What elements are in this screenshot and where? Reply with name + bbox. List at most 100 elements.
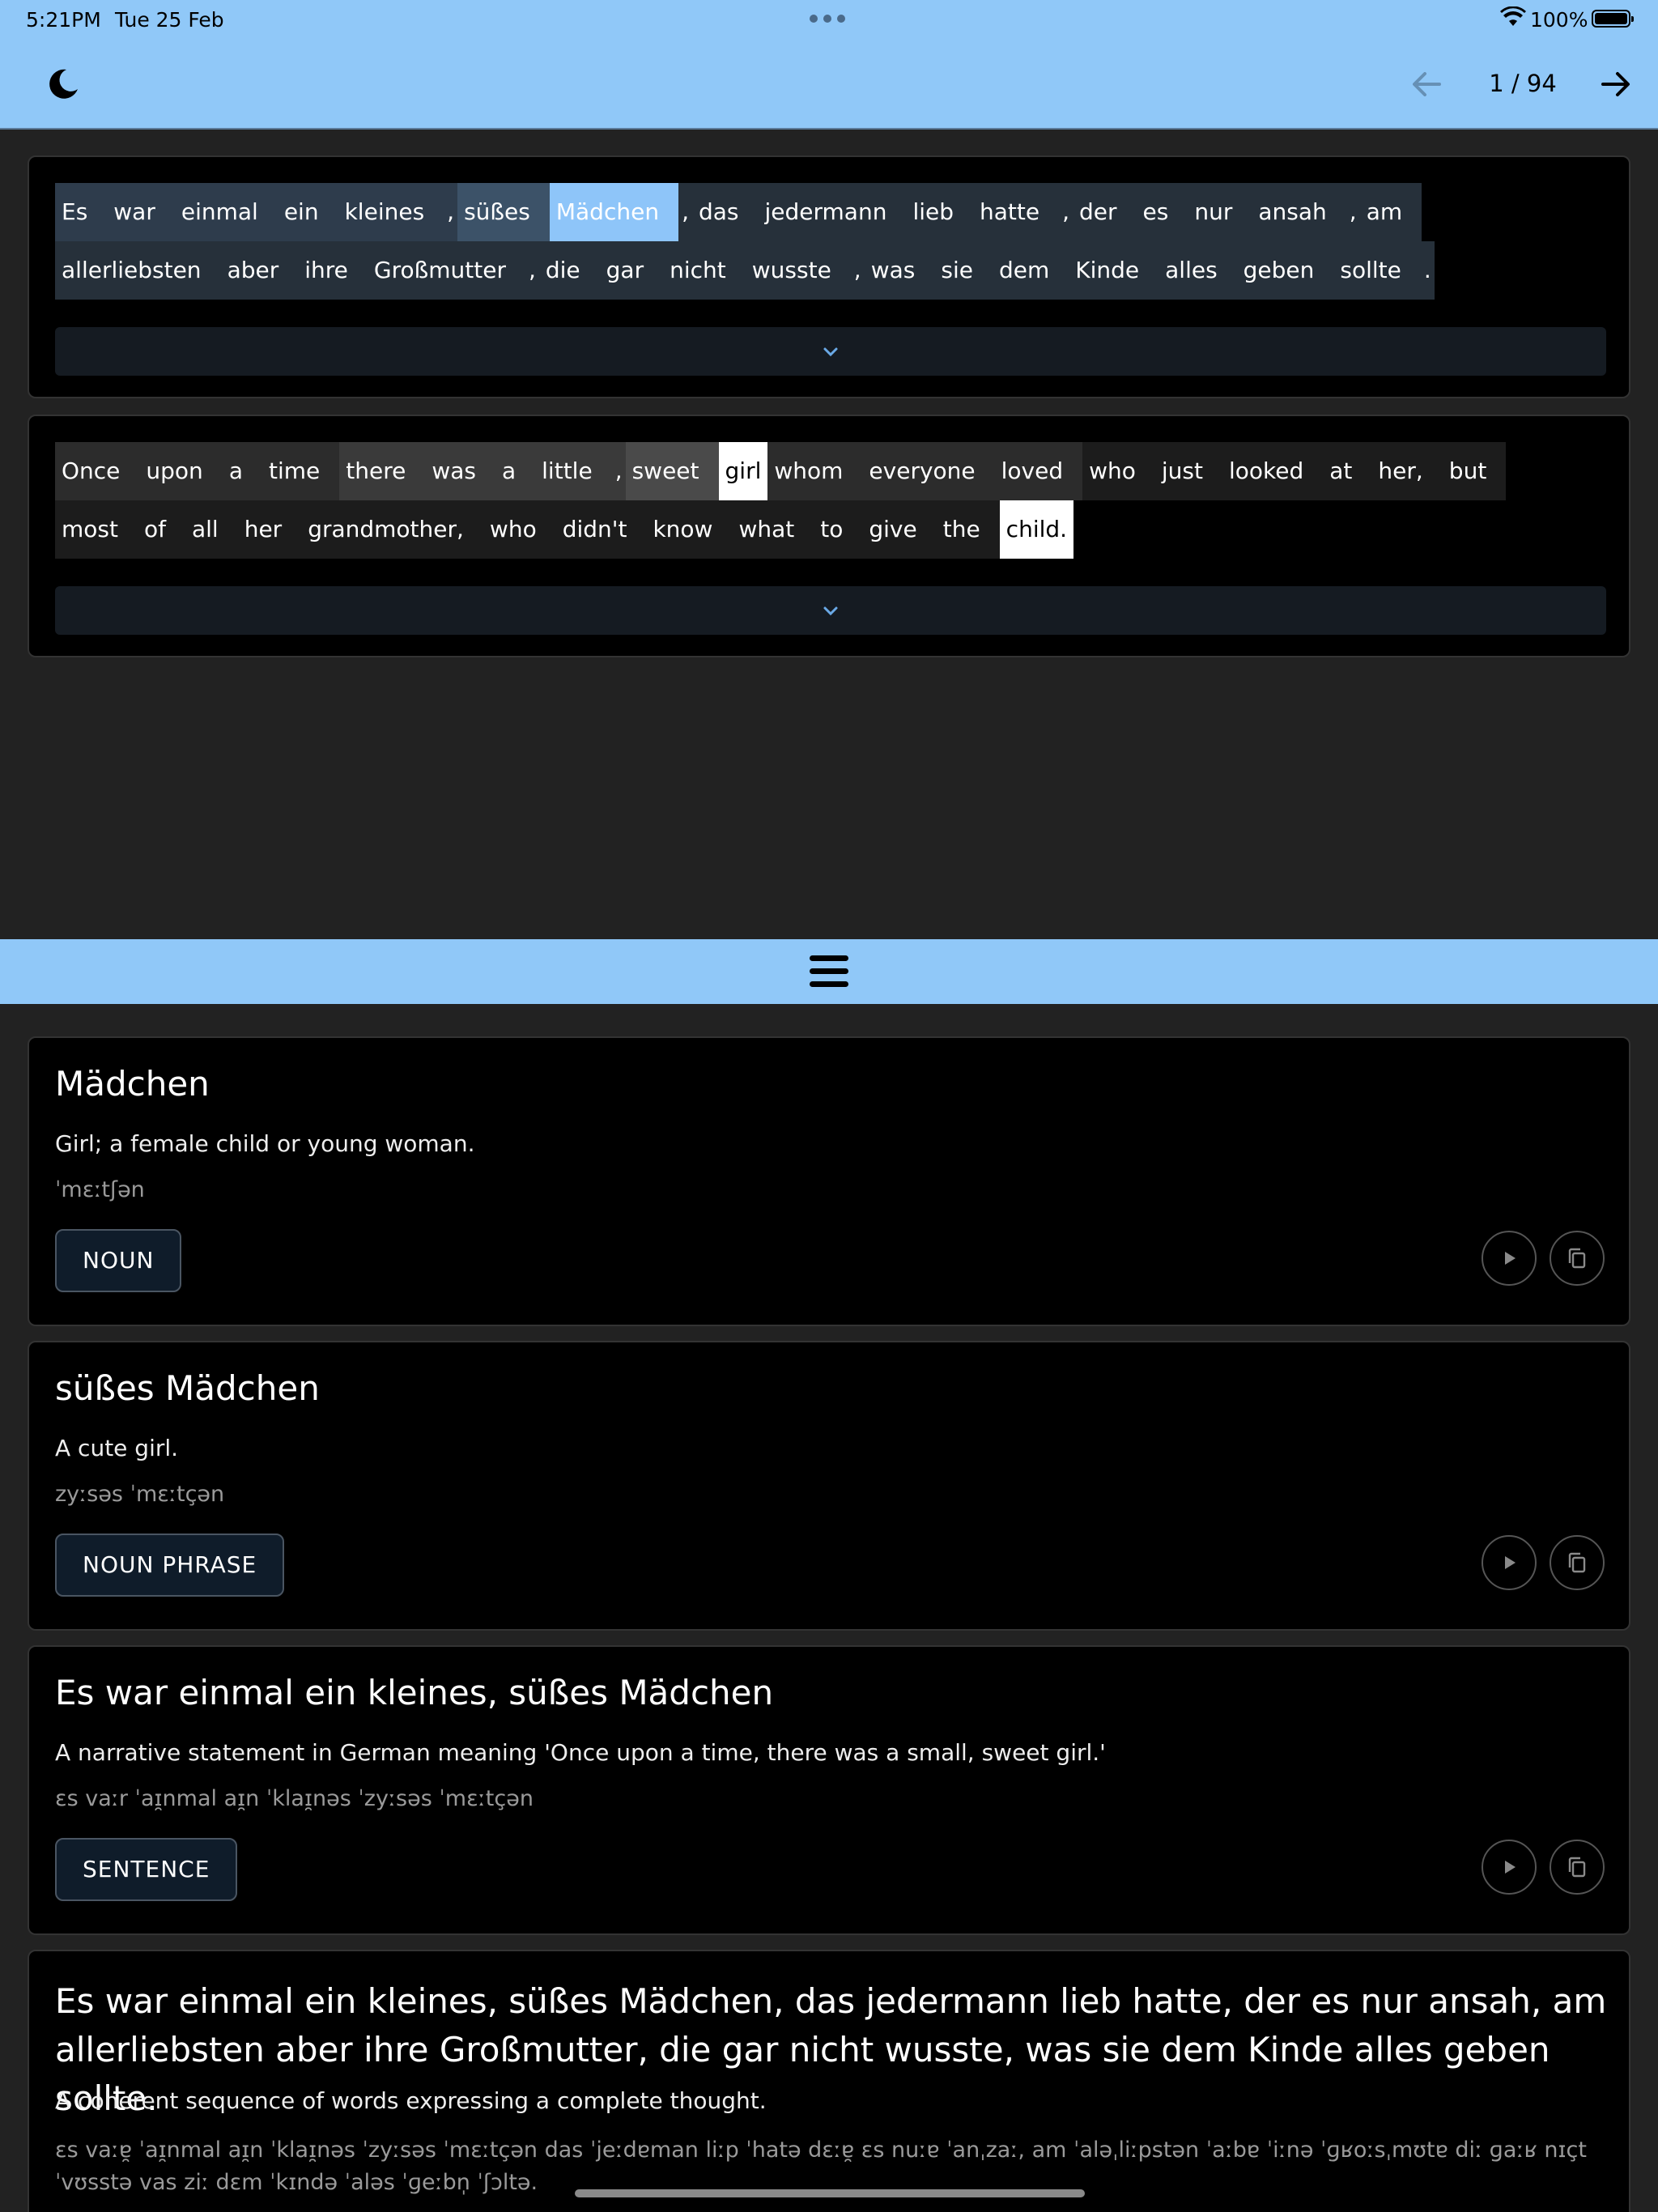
- word-token[interactable]: Mädchen: [549, 183, 679, 241]
- word-token[interactable]: at: [1323, 442, 1372, 500]
- word-token[interactable]: das: [691, 183, 759, 241]
- word-token[interactable]: know: [646, 500, 733, 559]
- word-token[interactable]: loved: [994, 442, 1083, 500]
- word-token[interactable]: es: [1136, 183, 1188, 241]
- word-token[interactable]: didn't: [555, 500, 647, 559]
- word-token[interactable]: give: [862, 500, 937, 559]
- home-indicator[interactable]: [575, 2189, 1085, 2197]
- word-token[interactable]: to: [814, 500, 863, 559]
- word-token[interactable]: but: [1442, 442, 1507, 500]
- word-token[interactable]: Großmutter: [367, 241, 525, 300]
- word-token[interactable]: time: [261, 442, 340, 500]
- expand-translation-button[interactable]: [55, 586, 1606, 635]
- translation-card: Once upon a time there was a little, sweet girl wh…: [28, 415, 1630, 657]
- word-token[interactable]: Es: [55, 183, 108, 241]
- word-token[interactable]: all: [185, 500, 238, 559]
- english-token-list: Once upon a time there was a little, sweet girl wh…: [55, 442, 1606, 559]
- card-pronunciation: ˈmɛːtʃən: [55, 1177, 145, 1202]
- word-token[interactable]: kleines: [338, 183, 444, 241]
- copy-button[interactable]: [1550, 1231, 1605, 1286]
- word-token[interactable]: a: [495, 442, 536, 500]
- source-sentence-card: Es war einmal ein kleines, süßes Mädchen, das je…: [28, 155, 1630, 398]
- word-token[interactable]: girl: [718, 442, 768, 500]
- word-token[interactable]: sweet: [625, 442, 719, 500]
- copy-button[interactable]: [1550, 1840, 1605, 1895]
- panel-divider[interactable]: [0, 939, 1658, 1004]
- word-token[interactable]: sollte: [1333, 241, 1421, 300]
- word-token[interactable]: ansah: [1252, 183, 1346, 241]
- word-token[interactable]: Kinde: [1069, 241, 1159, 300]
- word-token[interactable]: looked: [1222, 442, 1324, 500]
- word-token[interactable]: am: [1359, 183, 1422, 241]
- menu-handle-icon: [810, 955, 848, 987]
- word-token[interactable]: everyone: [862, 442, 995, 500]
- punctuation-token: ,: [678, 183, 692, 241]
- word-token[interactable]: was: [864, 241, 935, 300]
- arrow-right-icon[interactable]: [1598, 66, 1634, 102]
- word-token[interactable]: ein: [277, 183, 338, 241]
- play-audio-button[interactable]: [1482, 1535, 1537, 1590]
- definition-card: süßes Mädchen A cute girl. zyːsəs ˈmɛːtç…: [28, 1341, 1630, 1631]
- word-token[interactable]: lieb: [906, 183, 974, 241]
- part-of-speech-badge[interactable]: NOUN PHRASE: [55, 1534, 285, 1597]
- word-token[interactable]: a: [222, 442, 262, 500]
- word-token[interactable]: jedermann: [758, 183, 907, 241]
- part-of-speech-badge[interactable]: SENTENCE: [55, 1838, 238, 1901]
- play-icon: [1505, 1556, 1516, 1569]
- word-token[interactable]: the: [936, 500, 1000, 559]
- word-token[interactable]: upon: [139, 442, 223, 500]
- word-token[interactable]: aber: [220, 241, 299, 300]
- word-token[interactable]: who: [1082, 442, 1155, 500]
- word-token[interactable]: allerliebsten: [55, 241, 221, 300]
- word-token[interactable]: einmal: [174, 183, 278, 241]
- word-token[interactable]: most: [55, 500, 138, 559]
- word-token[interactable]: sie: [934, 241, 993, 300]
- part-of-speech-badge[interactable]: NOUN: [55, 1229, 182, 1292]
- word-token[interactable]: süßes: [457, 183, 550, 241]
- word-token[interactable]: der: [1073, 183, 1137, 241]
- punctuation-token: ,: [525, 241, 539, 300]
- word-token[interactable]: nicht: [663, 241, 746, 300]
- word-token[interactable]: whom: [767, 442, 863, 500]
- battery-icon: [1592, 10, 1634, 28]
- word-token[interactable]: Once: [55, 442, 140, 500]
- play-audio-button[interactable]: [1482, 1231, 1537, 1286]
- expand-source-button[interactable]: [55, 327, 1606, 376]
- word-token[interactable]: dem: [992, 241, 1069, 300]
- play-audio-button[interactable]: [1482, 1840, 1537, 1895]
- card-definition: A cute girl.: [55, 1435, 179, 1461]
- battery-percent: 100%: [1530, 8, 1588, 32]
- word-token[interactable]: die: [538, 241, 600, 300]
- word-token[interactable]: alles: [1158, 241, 1237, 300]
- card-pronunciation: ɛs vaːr ˈaɪ̯nmal aɪ̯n ˈklaɪ̯nəs ˈzyːsəs …: [55, 1786, 534, 1811]
- word-token[interactable]: hatte: [973, 183, 1060, 241]
- moon-icon[interactable]: [45, 66, 81, 102]
- word-token[interactable]: child.: [999, 500, 1074, 559]
- card-pronunciation: zyːsəs ˈmɛːtçən: [55, 1482, 225, 1507]
- word-token[interactable]: wusste: [745, 241, 851, 300]
- word-token[interactable]: gar: [599, 241, 664, 300]
- german-token-list: Es war einmal ein kleines, süßes Mädchen, das je…: [55, 183, 1606, 300]
- card-title: süßes Mädchen: [55, 1368, 320, 1408]
- punctuation-token: ,: [1346, 183, 1360, 241]
- arrow-left-icon[interactable]: [1409, 66, 1444, 102]
- word-token[interactable]: her,: [1371, 442, 1443, 500]
- play-icon: [1505, 1861, 1516, 1874]
- word-token[interactable]: just: [1154, 442, 1222, 500]
- word-token[interactable]: who: [483, 500, 556, 559]
- word-token[interactable]: what: [732, 500, 814, 559]
- word-token[interactable]: nur: [1188, 183, 1252, 241]
- status-date: Tue 25 Feb: [115, 8, 224, 32]
- multitasking-dots-icon[interactable]: [810, 15, 845, 23]
- word-token[interactable]: geben: [1236, 241, 1334, 300]
- word-token[interactable]: war: [107, 183, 175, 241]
- word-token[interactable]: her: [237, 500, 302, 559]
- word-token[interactable]: ihre: [298, 241, 368, 300]
- copy-icon: [1568, 1552, 1586, 1573]
- word-token[interactable]: little: [535, 442, 612, 500]
- copy-button[interactable]: [1550, 1535, 1605, 1590]
- word-token[interactable]: of: [137, 500, 185, 559]
- word-token[interactable]: was: [425, 442, 495, 500]
- word-token[interactable]: grandmother,: [301, 500, 483, 559]
- word-token[interactable]: there: [339, 442, 426, 500]
